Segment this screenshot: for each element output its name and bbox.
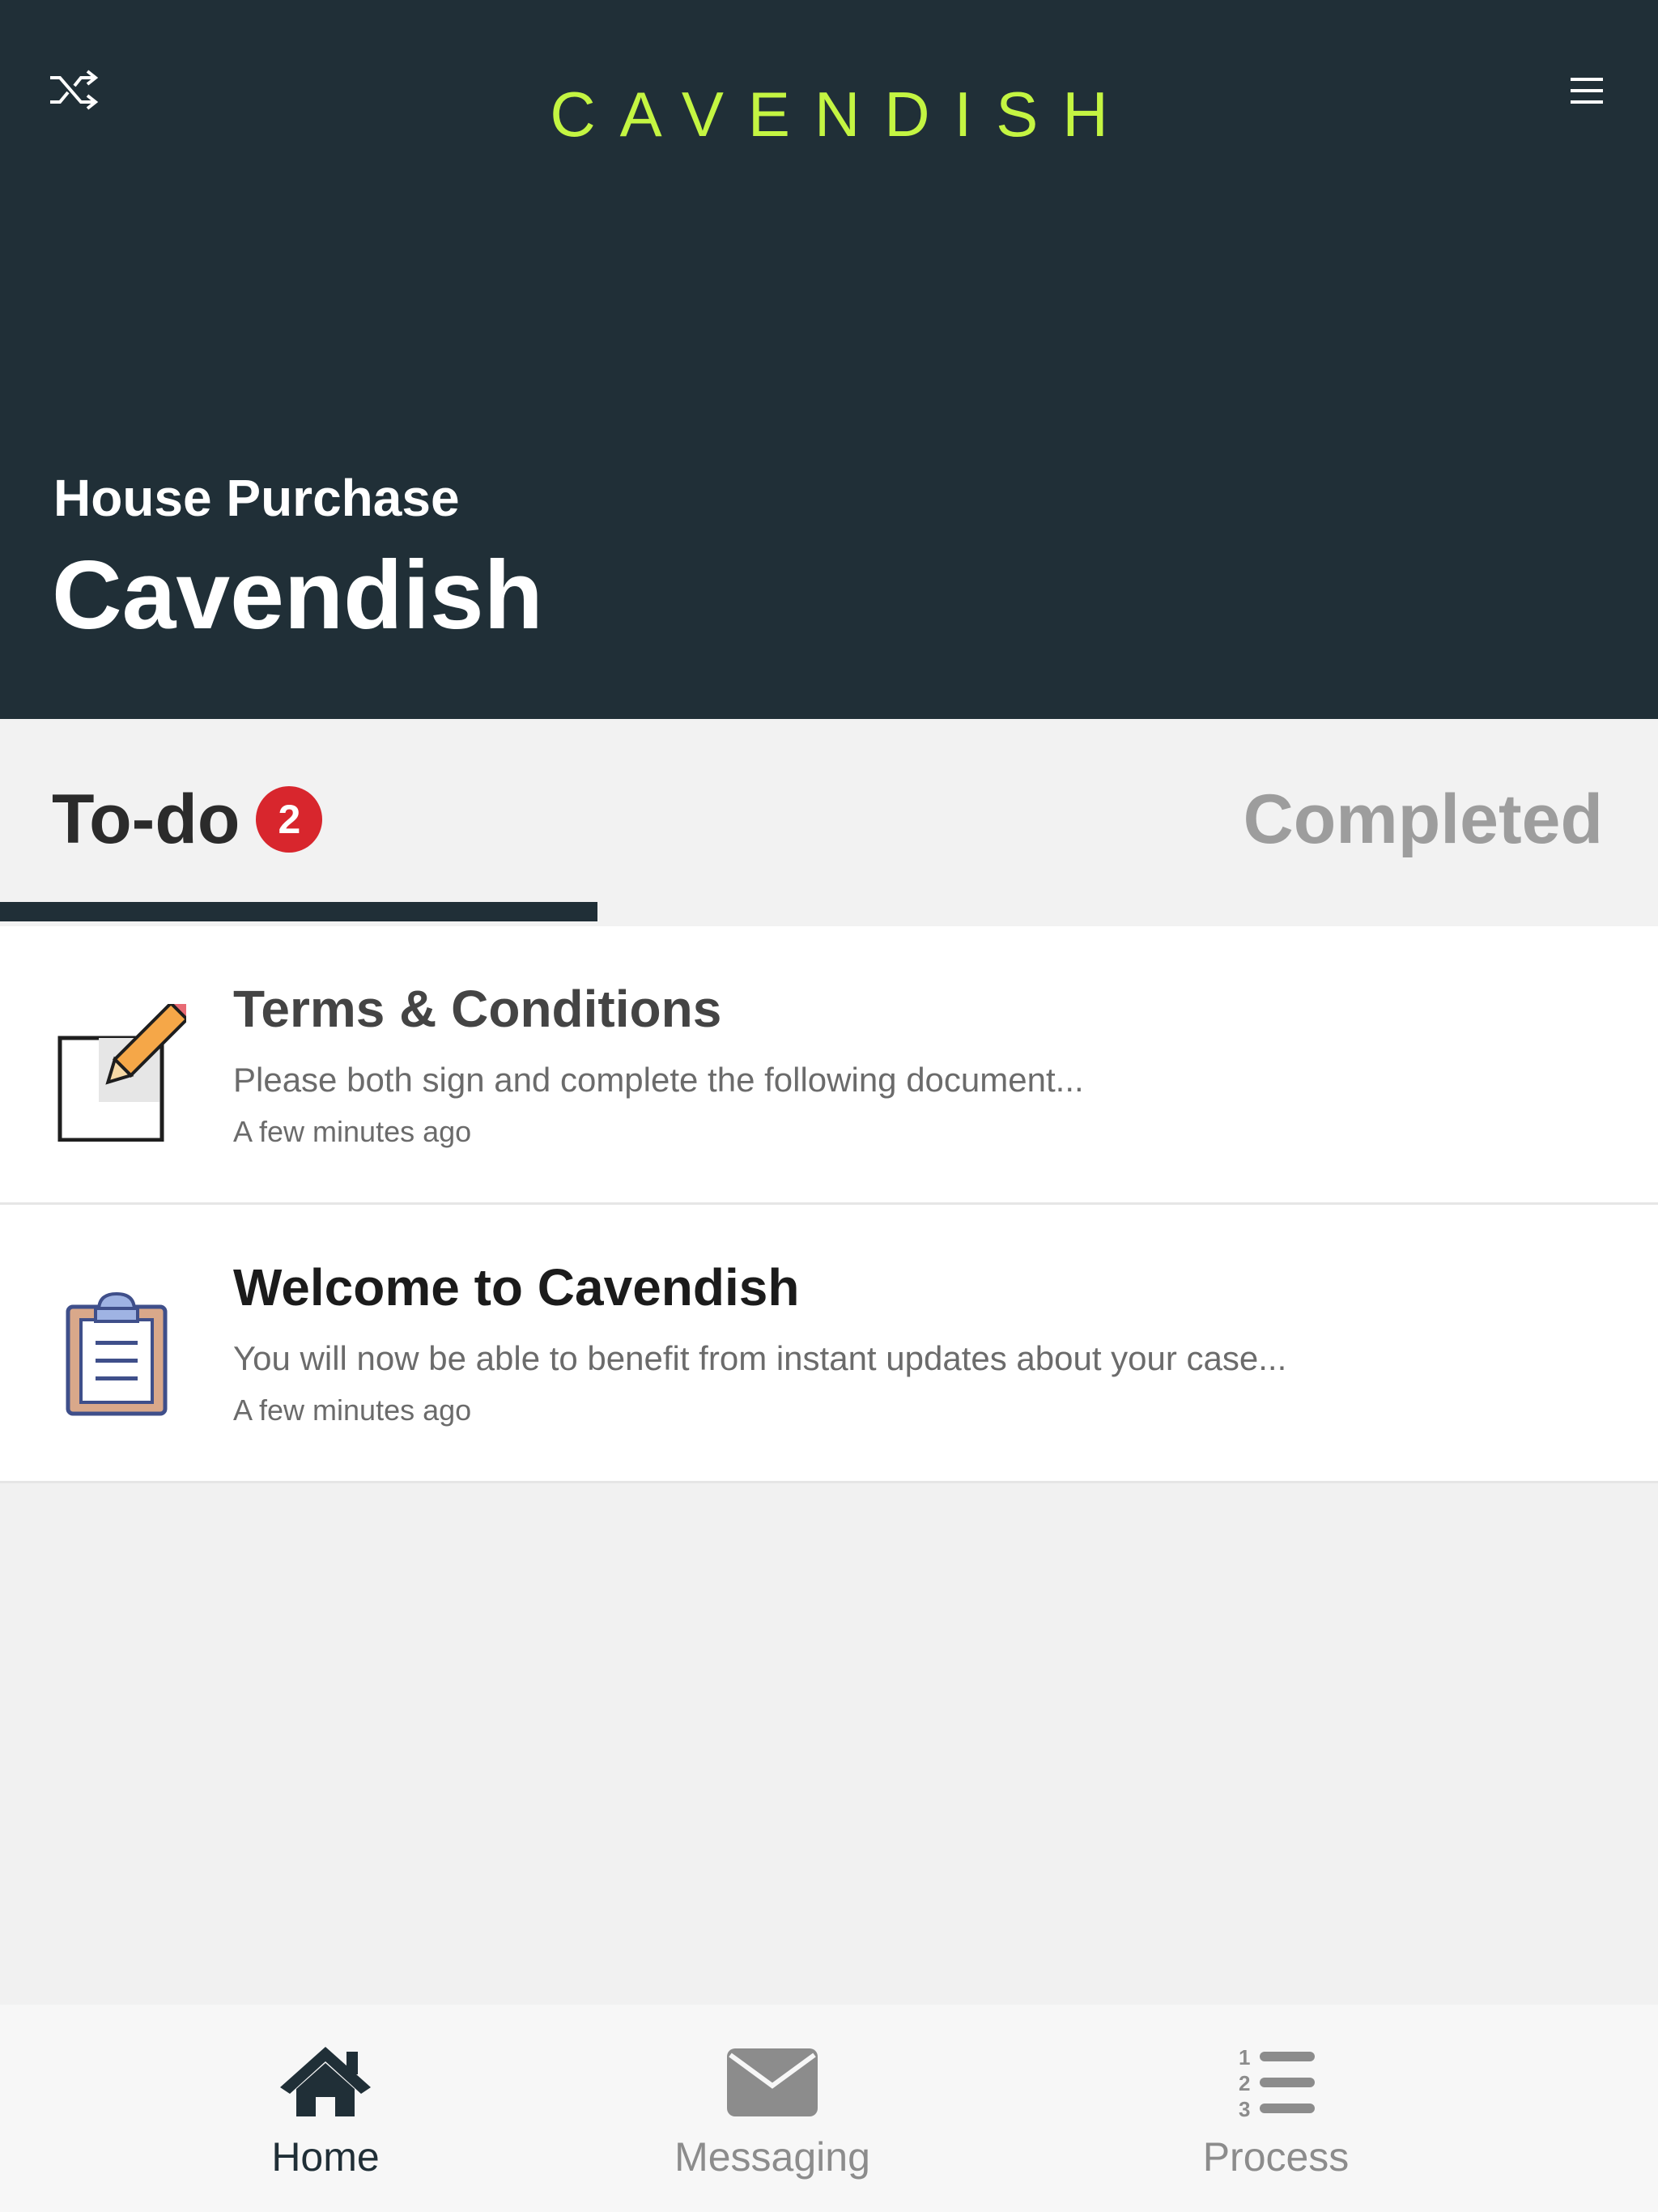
nav-home-label: Home [271,2134,380,2180]
header: CAVENDISH House Purchase Cavendish [0,0,1658,719]
tab-todo[interactable]: To-do 2 [52,771,323,868]
svg-text:1: 1 [1239,2045,1250,2069]
envelope-icon [724,2040,821,2121]
item-description: Please both sign and complete the follow… [233,1061,1084,1099]
edit-document-icon [49,990,200,1142]
list-item[interactable]: Welcome to Cavendish You will now be abl… [0,1205,1658,1483]
item-time: A few minutes ago [233,1115,472,1148]
svg-text:3: 3 [1239,2097,1250,2121]
tab-todo-label: To-do [52,780,240,858]
item-title: Welcome to Cavendish [233,1258,800,1317]
nav-messaging[interactable]: Messaging [610,2005,934,2212]
nav-home[interactable]: Home [164,2005,487,2212]
nav-process[interactable]: 1 2 3 Process [1114,2005,1438,2212]
case-name: Cavendish [52,541,543,649]
nav-messaging-label: Messaging [674,2134,870,2180]
tab-completed[interactable]: Completed [1244,771,1603,868]
tab-bar: To-do 2 Completed [0,719,1658,926]
item-time: A few minutes ago [233,1393,472,1427]
case-type: House Purchase [53,469,460,527]
home-icon [277,2040,374,2121]
svg-text:2: 2 [1239,2071,1250,2095]
app-logo: CAVENDISH [550,79,1133,150]
numbered-list-icon: 1 2 3 [1227,2040,1324,2121]
item-title: Terms & Conditions [233,980,722,1038]
bottom-nav: Home Messaging 1 2 3 Process [0,2005,1658,2212]
nav-process-label: Process [1202,2134,1350,2180]
clipboard-icon [49,1283,186,1420]
item-description: You will now be able to benefit from ins… [233,1339,1287,1377]
hamburger-menu-icon[interactable] [1569,74,1605,107]
list-item[interactable]: Terms & Conditions Please both sign and … [0,926,1658,1205]
active-tab-indicator [0,902,597,921]
todo-list: Terms & Conditions Please both sign and … [0,926,1658,1483]
todo-count-badge: 2 [256,786,323,853]
